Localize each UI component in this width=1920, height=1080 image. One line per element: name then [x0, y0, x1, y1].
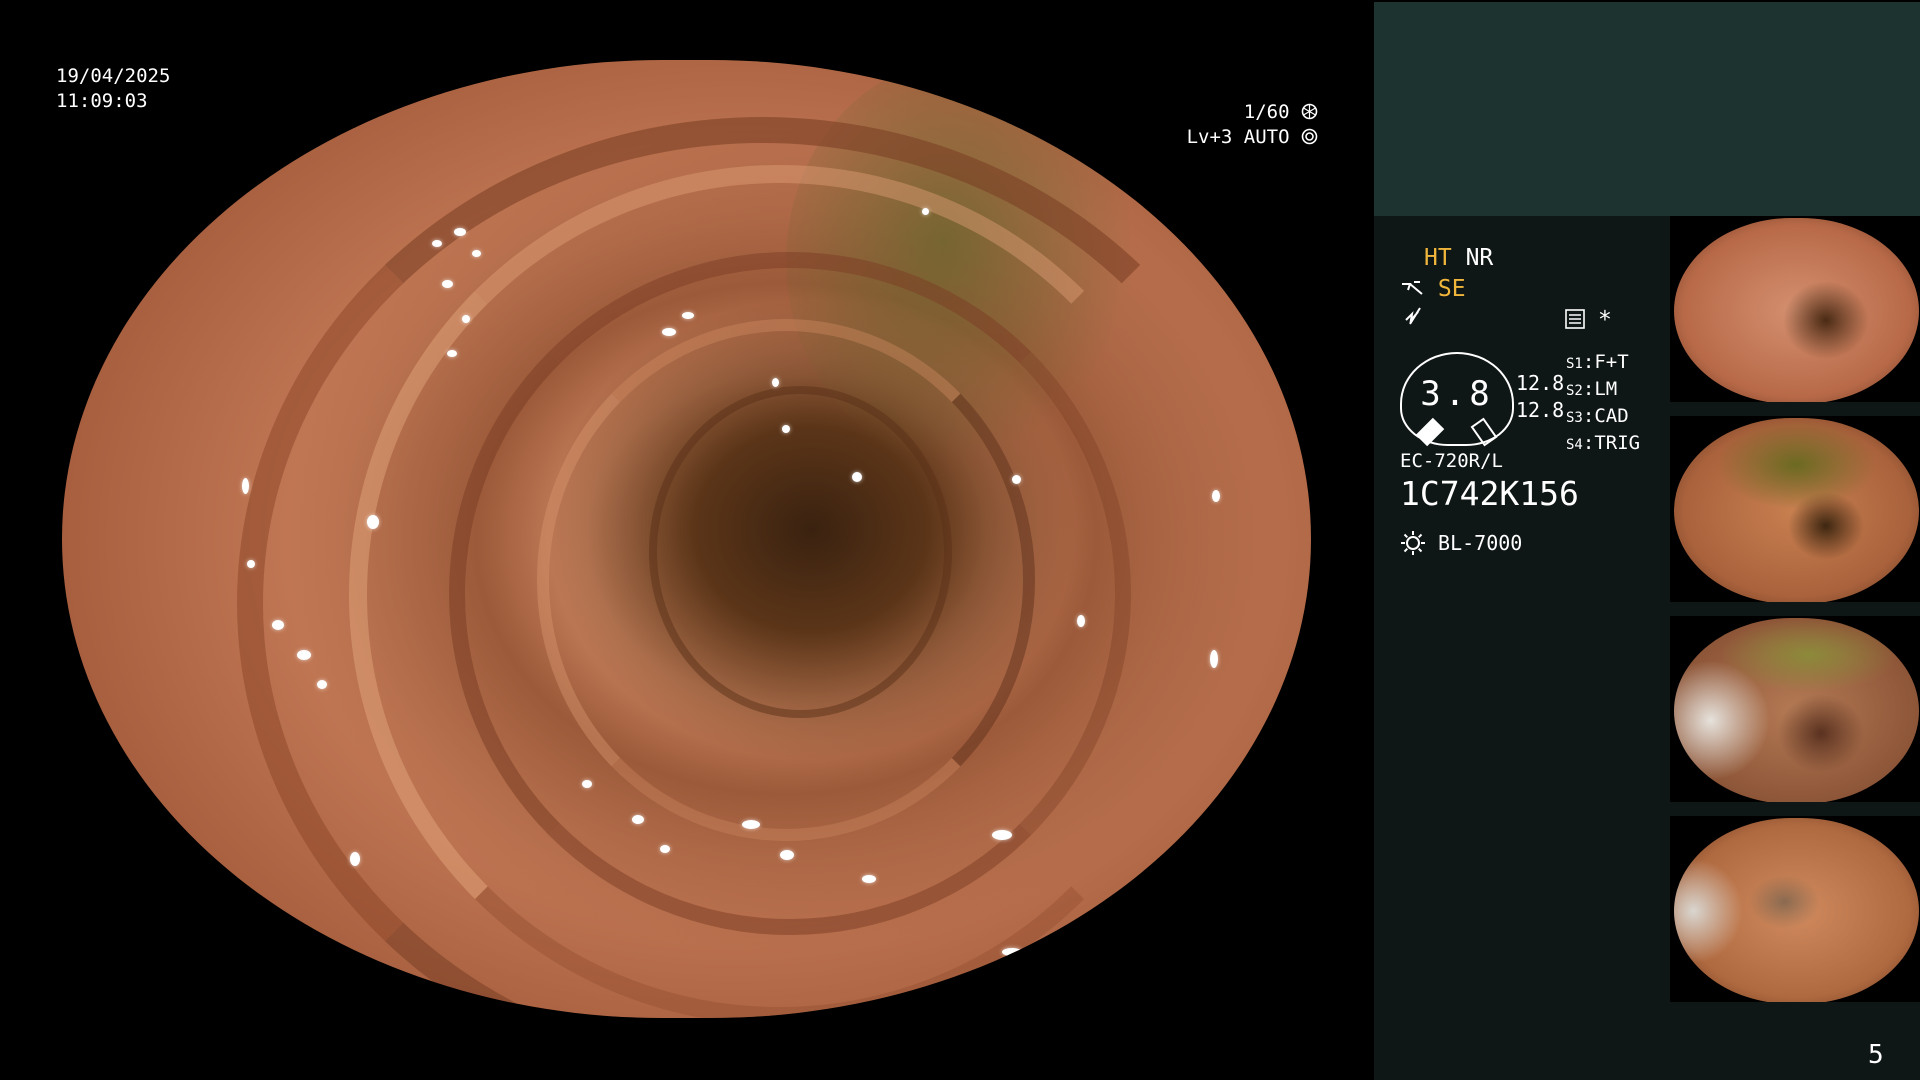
- switch-s4: S4:TRIG: [1566, 432, 1641, 454]
- reflection: [472, 250, 481, 257]
- scope-tip-icon: [1400, 276, 1438, 302]
- reflection: [780, 850, 794, 860]
- shutter-speed: 1/60: [1243, 101, 1290, 123]
- reflection: [992, 830, 1012, 840]
- reflection: [922, 208, 929, 215]
- exposure-info: 1/60 Lv+3 AUTO: [1187, 100, 1318, 150]
- reflection: [742, 820, 760, 829]
- gauge-value: 3.8: [1420, 374, 1494, 414]
- thumbnail-image: [1674, 618, 1919, 804]
- ht-nr-row: HT NR: [1424, 244, 1493, 272]
- lumen-fold: [649, 385, 953, 718]
- asterisk-mark: *: [1598, 307, 1612, 333]
- reflection: [367, 515, 379, 529]
- reflection: [632, 815, 644, 824]
- ht-label: HT: [1424, 245, 1452, 271]
- reflection: [272, 620, 284, 630]
- light-source-label: BL-7000: [1438, 531, 1523, 555]
- switch-s3: S3:CAD: [1566, 405, 1629, 427]
- exam-time: 11:09:03: [56, 90, 148, 112]
- reflection: [862, 875, 876, 883]
- gauge-side-values: 12.8 12.8: [1516, 370, 1564, 424]
- exam-date: 19/04/2025: [56, 65, 171, 87]
- se-row: SE: [1400, 275, 1466, 303]
- reflection: [582, 780, 592, 788]
- reflection: [782, 425, 790, 433]
- reflection: [660, 845, 670, 853]
- reflection: [297, 650, 311, 660]
- reflection: [1002, 948, 1022, 956]
- shutter-row: 1/60: [1187, 100, 1318, 125]
- thumbnail-image: [1674, 818, 1919, 1004]
- thumbnail-image: [1674, 218, 1919, 404]
- exam-datetime: 19/04/2025 11:09:03: [56, 64, 170, 114]
- reflection: [462, 315, 470, 323]
- brightness-level: Lv+3: [1186, 126, 1233, 148]
- thumbnail-1[interactable]: [1670, 216, 1920, 408]
- reflection: [432, 240, 442, 247]
- memory-icon: [1564, 308, 1586, 334]
- endoscope-view: [62, 60, 1311, 1018]
- nr-label: NR: [1465, 245, 1494, 271]
- thumbnail-3[interactable]: [1670, 616, 1920, 808]
- reflection: [1012, 475, 1021, 484]
- shutter-icon: [1301, 101, 1318, 123]
- gauge-value-top: 12.8: [1516, 371, 1565, 395]
- reflection: [682, 312, 694, 319]
- reflection: [247, 560, 255, 568]
- reflection: [447, 350, 457, 357]
- iris-icon: [1301, 126, 1318, 148]
- page-number: 5: [1868, 1040, 1884, 1070]
- switch-s1: S1:F+T: [1566, 351, 1629, 373]
- reflection: [350, 852, 360, 866]
- flash-icon: [1402, 306, 1424, 332]
- iris-row: Lv+3 AUTO: [1187, 125, 1318, 150]
- thumbnail-image: [1674, 418, 1919, 604]
- scope-serial: 1C742K156: [1400, 474, 1579, 513]
- thumbnail-2[interactable]: [1670, 416, 1920, 608]
- switch-list: S1:F+T S2:LM S3:CAD S4:TRIG: [1566, 350, 1640, 458]
- thumbnail-4[interactable]: [1670, 816, 1920, 1008]
- light-source-icon: [1400, 531, 1438, 555]
- reflection: [317, 680, 327, 689]
- reflection: [662, 328, 676, 336]
- light-source-row: BL-7000: [1400, 530, 1522, 556]
- reflection: [1210, 650, 1218, 668]
- reflection: [852, 472, 862, 482]
- panel-header-area: [1374, 2, 1920, 216]
- se-label: SE: [1437, 276, 1466, 302]
- scope-model: EC-720R/L: [1400, 450, 1503, 472]
- reflection: [442, 280, 453, 288]
- thumbnail-bar: [1670, 402, 1920, 408]
- thumbnail-bar: [1670, 1002, 1920, 1008]
- gauge-value-bottom: 12.8: [1516, 398, 1565, 422]
- reflection: [242, 478, 249, 494]
- thumbnail-bar: [1670, 802, 1920, 808]
- reflection: [454, 228, 466, 236]
- thumbnail-bar: [1670, 602, 1920, 608]
- switch-s2: S2:LM: [1566, 378, 1618, 400]
- reflection: [1077, 615, 1085, 627]
- iris-mode: AUTO: [1243, 126, 1290, 148]
- reflection: [772, 378, 779, 387]
- reflection: [1212, 490, 1220, 502]
